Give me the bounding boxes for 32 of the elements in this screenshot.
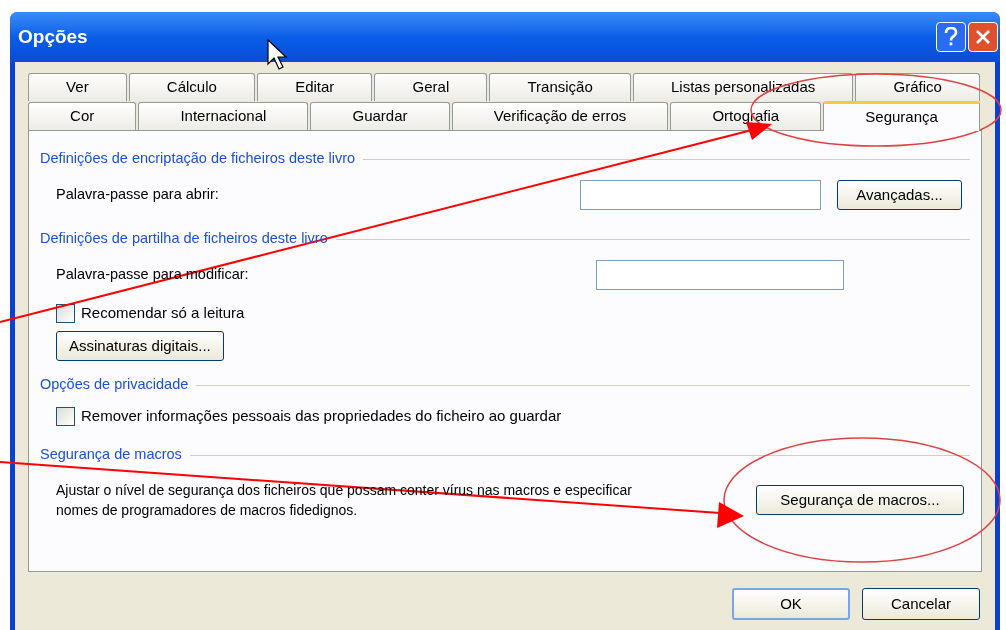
- close-icon: [975, 29, 991, 45]
- section-heading: Definições de encriptação de ficheiros deste livro: [40, 149, 356, 169]
- question-mark-icon: [944, 27, 958, 47]
- tab[interactable]: Editar: [257, 73, 373, 101]
- password-field[interactable]: [580, 180, 821, 210]
- password-field[interactable]: [596, 260, 844, 290]
- close-button[interactable]: [968, 22, 998, 52]
- tab[interactable]: Gráfico: [855, 73, 980, 101]
- tab[interactable]: Geral: [374, 73, 488, 101]
- tab[interactable]: Verificação de erros: [451, 102, 669, 130]
- tab[interactable]: Cor: [28, 102, 137, 130]
- tab[interactable]: Segurança: [823, 101, 980, 131]
- tab[interactable]: Ver: [28, 73, 127, 101]
- dialog-button[interactable]: Cancelar: [862, 588, 980, 620]
- section-heading: Opções de privacidade: [40, 375, 189, 395]
- dialog-button[interactable]: OK: [732, 588, 850, 620]
- tab[interactable]: Cálculo: [128, 73, 255, 101]
- help-button[interactable]: [936, 22, 966, 52]
- macro-security-button[interactable]: Segurança de macros...: [756, 485, 964, 515]
- window-title: Opções: [18, 24, 89, 49]
- mouse-cursor-icon: [267, 38, 288, 70]
- checkbox-label: Remover informações pessoais das propriedades do ficheiro ao guardar: [81, 405, 562, 426]
- field-label: Palavra-passe para abrir:: [56, 185, 220, 205]
- section-heading: Segurança de macros: [40, 445, 182, 465]
- advanced-button[interactable]: Avançadas...: [837, 180, 962, 210]
- tab[interactable]: Transição: [489, 73, 631, 101]
- field-label: Palavra-passe para modificar:: [56, 265, 250, 285]
- tab[interactable]: Guardar: [310, 102, 450, 130]
- digital-signatures-button[interactable]: Assinaturas digitais...: [56, 331, 224, 361]
- checkbox[interactable]: [56, 406, 75, 426]
- tab[interactable]: Internacional: [138, 102, 309, 130]
- checkbox-label: Recomendar só a leitura: [81, 302, 245, 323]
